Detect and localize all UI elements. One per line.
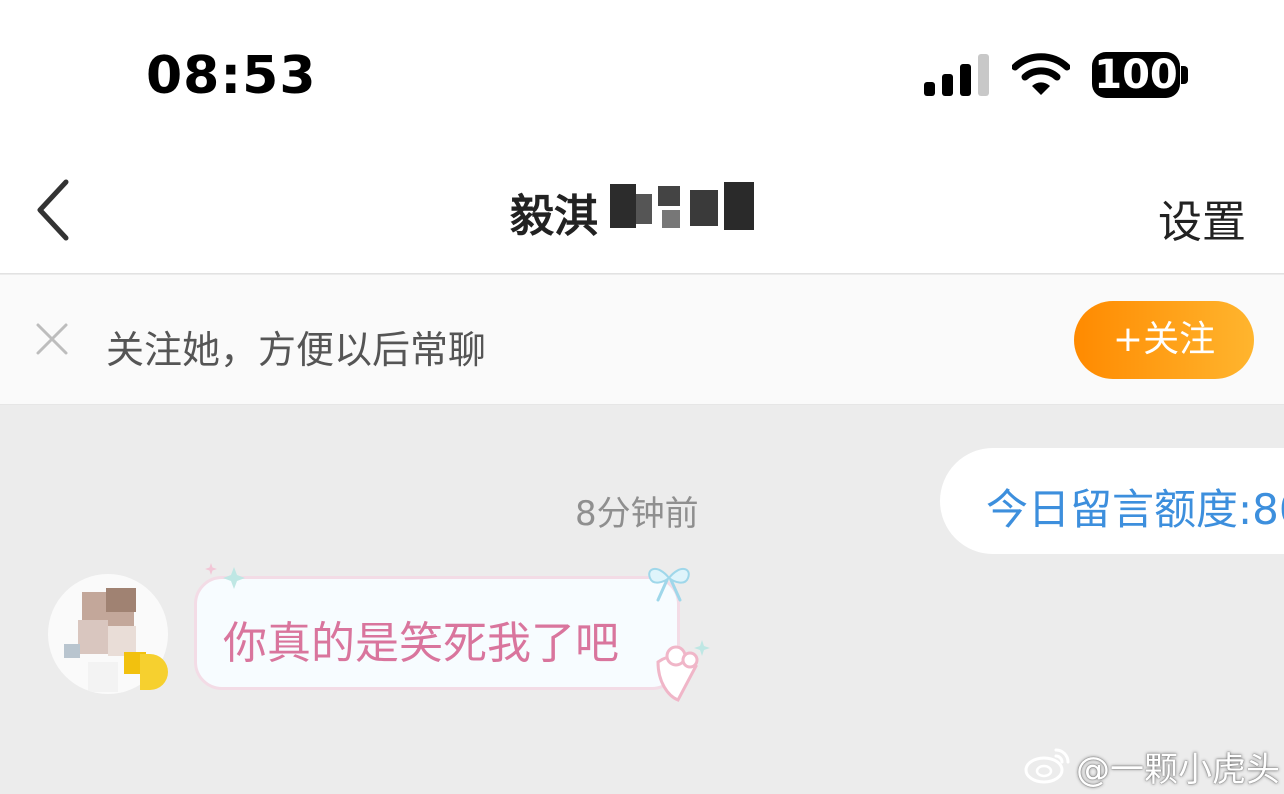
flower-bouquet-icon <box>656 640 710 702</box>
follow-prompt-bar: 关注她，方便以后常聊 +关注 <box>0 275 1284 405</box>
status-bar: 08:53 100 <box>0 0 1284 150</box>
sparkle-icon <box>223 567 245 589</box>
watermark-text: @一颗小虎头 <box>1076 750 1280 790</box>
wifi-icon <box>1012 53 1070 95</box>
chat-title: 毅淇 <box>510 191 598 242</box>
cellular-signal-icon <box>924 54 992 96</box>
settings-button[interactable]: 设置 <box>1158 186 1246 250</box>
message-bubble-incoming[interactable]: 你真的是笑死我了吧 <box>194 576 680 690</box>
watermark: @一颗小虎头 <box>1024 742 1284 790</box>
status-time: 08:53 <box>146 46 317 106</box>
ribbon-bow-icon <box>648 568 690 602</box>
message-quota-text: 今日留言额度:80 <box>986 485 1284 534</box>
message-quota-pill: 今日留言额度:80 <box>940 448 1284 554</box>
message-timestamp: 8分钟前 <box>575 494 699 534</box>
battery-tip <box>1181 66 1188 84</box>
message-text: 你真的是笑死我了吧 <box>223 618 619 669</box>
nav-bar: 毅淇 设置 <box>0 150 1284 274</box>
follow-prompt-text: 关注她，方便以后常聊 <box>106 328 487 372</box>
chevron-left-icon[interactable] <box>30 178 80 242</box>
follow-button[interactable]: +关注 <box>1074 301 1254 379</box>
avatar-badge <box>140 654 168 690</box>
redacted-name-mosaic <box>606 180 766 234</box>
battery-icon: 100 <box>1092 52 1180 98</box>
small-star-icon <box>205 563 217 575</box>
weibo-logo-icon <box>1024 748 1070 784</box>
close-icon[interactable] <box>34 321 70 357</box>
